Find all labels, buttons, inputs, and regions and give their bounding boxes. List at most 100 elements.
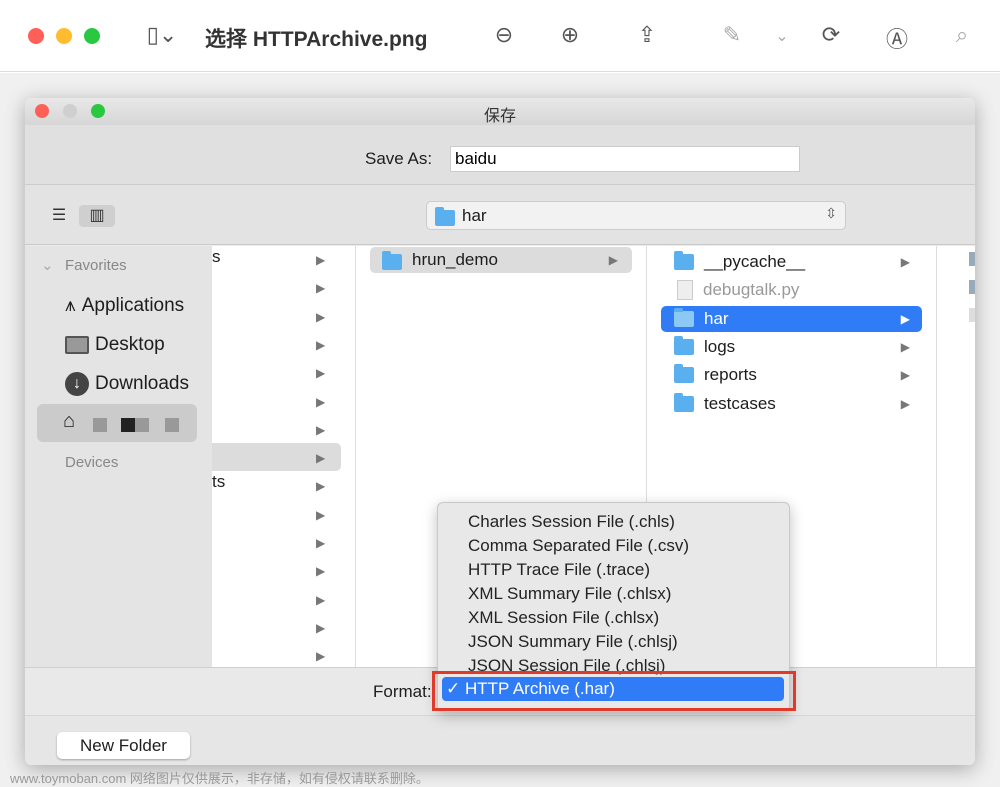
zoom-button[interactable] <box>84 28 100 44</box>
share-icon[interactable]: ⇪ <box>633 22 661 48</box>
minimize-button[interactable] <box>56 28 72 44</box>
format-option[interactable]: Charles Session File (.chls) <box>468 510 675 534</box>
folder-icon <box>674 335 694 355</box>
sidebar-item-label: Desktop <box>95 334 165 355</box>
format-option[interactable]: XML Summary File (.chlsx) <box>468 582 671 606</box>
list-item-reports[interactable]: reports ▶ <box>661 362 922 388</box>
home-icon: ⌂ <box>63 410 76 432</box>
disclosure-arrow-icon: ▶ <box>900 311 910 326</box>
close-button[interactable] <box>28 28 44 44</box>
item-label: __pycache__ <box>704 252 806 271</box>
disclosure-arrow-icon: ▶ <box>316 592 326 607</box>
favorites-header: Favorites <box>65 257 127 274</box>
annotate-icon[interactable]: Ⓐ <box>883 22 911 54</box>
item-label: reports <box>704 365 757 385</box>
location-label: har <box>462 206 487 225</box>
folder-icon <box>674 364 694 384</box>
column-1: s ts ▶ ▶ ▶ ▶ ▶ ▶ ▶ ▶ ▶ ▶ ▶ ▶ ▶ ▶ ▶ <box>212 246 356 667</box>
item-label: testcases <box>704 393 776 413</box>
zoom-in-icon[interactable]: ⊕ <box>556 22 584 48</box>
window-title: 选择 HTTPArchive.png <box>205 28 428 51</box>
list-item-testcases[interactable]: testcases ▶ <box>661 391 922 417</box>
item-label: har <box>704 308 729 328</box>
save-as-input[interactable] <box>450 146 800 172</box>
sidebar-item-home[interactable]: ⌂ <box>37 404 197 442</box>
disclosure-arrow-icon: ▶ <box>316 309 326 324</box>
disclosure-arrow-icon: ▶ <box>316 564 326 579</box>
truncated-item[interactable]: ts <box>212 472 225 492</box>
dialog-titlebar: 保存 <box>25 98 975 125</box>
list-item-pycache[interactable]: __pycache__ ▶ <box>661 249 922 275</box>
list-item-logs[interactable]: logs ▶ <box>661 334 922 360</box>
markup-pen-icon[interactable]: ✎ <box>718 22 746 48</box>
new-folder-button[interactable]: New Folder <box>57 732 190 759</box>
truncated-item[interactable]: s <box>212 247 221 267</box>
download-icon: ↓ <box>65 372 89 396</box>
disclosure-arrow-icon: ▶ <box>316 422 326 437</box>
list-item-har[interactable]: har ▶ <box>661 305 922 332</box>
chevron-down-icon[interactable]: ⌄ <box>768 26 796 46</box>
folder-icon <box>674 392 694 412</box>
disclosure-arrow-icon: ▶ <box>316 451 326 466</box>
devices-header: Devices <box>65 454 119 471</box>
sidebar-icon[interactable]: ▯⌄ <box>138 22 186 48</box>
disclosure-arrow-icon: ▶ <box>900 368 910 383</box>
folder-icon <box>674 307 694 327</box>
search-icon[interactable]: ⌕ <box>948 22 976 48</box>
path-row: ☰ ▥ har ⇳ <box>25 185 975 245</box>
python-file-icon <box>969 280 975 294</box>
file-icon <box>969 308 975 322</box>
format-option[interactable]: HTTP Trace File (.trace) <box>468 558 650 582</box>
list-view-icon[interactable]: ☰ <box>41 205 77 227</box>
item-label: logs <box>704 336 736 356</box>
sidebar-item-desktop[interactable]: Desktop <box>65 329 165 361</box>
format-option[interactable]: XML Session File (.chlsx) <box>468 606 659 630</box>
folder-icon <box>382 250 402 270</box>
sidebar-item-label: Applications <box>81 295 185 316</box>
disclosure-arrow-icon: ▶ <box>316 620 326 635</box>
sidebar-item-applications[interactable]: ⩚ Applications <box>65 290 184 322</box>
disclosure-arrow-icon: ▶ <box>900 255 910 269</box>
zoom-out-icon[interactable]: ⊖ <box>490 22 518 48</box>
folder-icon <box>435 206 455 226</box>
disclosure-arrow-icon: ▶ <box>900 396 910 411</box>
updown-chevron-icon: ⇳ <box>825 205 837 221</box>
format-option[interactable]: Comma Separated File (.csv) <box>468 534 689 558</box>
desktop-icon <box>65 336 89 354</box>
save-as-row: Save As: <box>25 125 975 185</box>
format-option[interactable]: JSON Summary File (.chlsj) <box>468 630 678 654</box>
redacted-block <box>93 418 107 432</box>
highlight-box <box>432 671 796 711</box>
format-label: Format: <box>373 682 432 701</box>
python-file-icon <box>969 252 975 266</box>
redacted-block <box>135 418 149 432</box>
disclosure-arrow-icon: ▶ <box>316 253 326 267</box>
disclosure-arrow-icon: ▶ <box>316 649 326 664</box>
rotate-icon[interactable]: ⟳ <box>817 22 845 48</box>
dialog-title: 保存 <box>483 108 516 125</box>
disclosure-arrow-icon: ▶ <box>316 337 326 352</box>
disclosure-arrow-icon: ▶ <box>316 536 326 550</box>
disclosure-arrow-icon: ▶ <box>316 366 326 381</box>
item-label: debugtalk.py <box>703 280 800 300</box>
preview-toolbar: ▯⌄ 选择 HTTPArchive.png ⊖ ⊕ ⇪ ✎ ⌄ ⟳ Ⓐ ⌕ <box>0 0 1000 72</box>
sidebar: ⌄ Favorites ⩚ Applications Desktop ↓ Downl… <box>25 246 212 667</box>
column-view-icon[interactable]: ▥ <box>79 205 115 227</box>
disclosure-arrow-icon: ▶ <box>316 507 326 522</box>
disclosure-arrow-icon: ▶ <box>900 339 910 354</box>
applications-icon: ⩚ <box>65 295 76 316</box>
python-file-icon <box>677 280 693 301</box>
column-4 <box>937 246 975 667</box>
disclosure-arrow-icon: ▶ <box>316 479 326 494</box>
disclosure-arrow-icon: ▶ <box>316 281 326 296</box>
sidebar-item-label: Downloads <box>95 373 189 394</box>
sidebar-item-downloads[interactable]: ↓ Downloads <box>65 368 189 400</box>
location-popup[interactable]: har ⇳ <box>426 201 846 230</box>
list-item-hrun-demo[interactable]: hrun_demo ▶ <box>370 247 632 273</box>
redacted-block <box>165 418 179 432</box>
list-item-debugtalkpy[interactable]: debugtalk.py <box>661 277 922 303</box>
item-label: hrun_demo <box>412 250 499 269</box>
chevron-down-icon[interactable]: ⌄ <box>41 256 54 274</box>
save-as-label: Save As: <box>365 149 433 168</box>
watermark: www.toymoban.com 网络图片仅供展示，非存储，如有侵权请联系删除。 <box>10 771 429 786</box>
